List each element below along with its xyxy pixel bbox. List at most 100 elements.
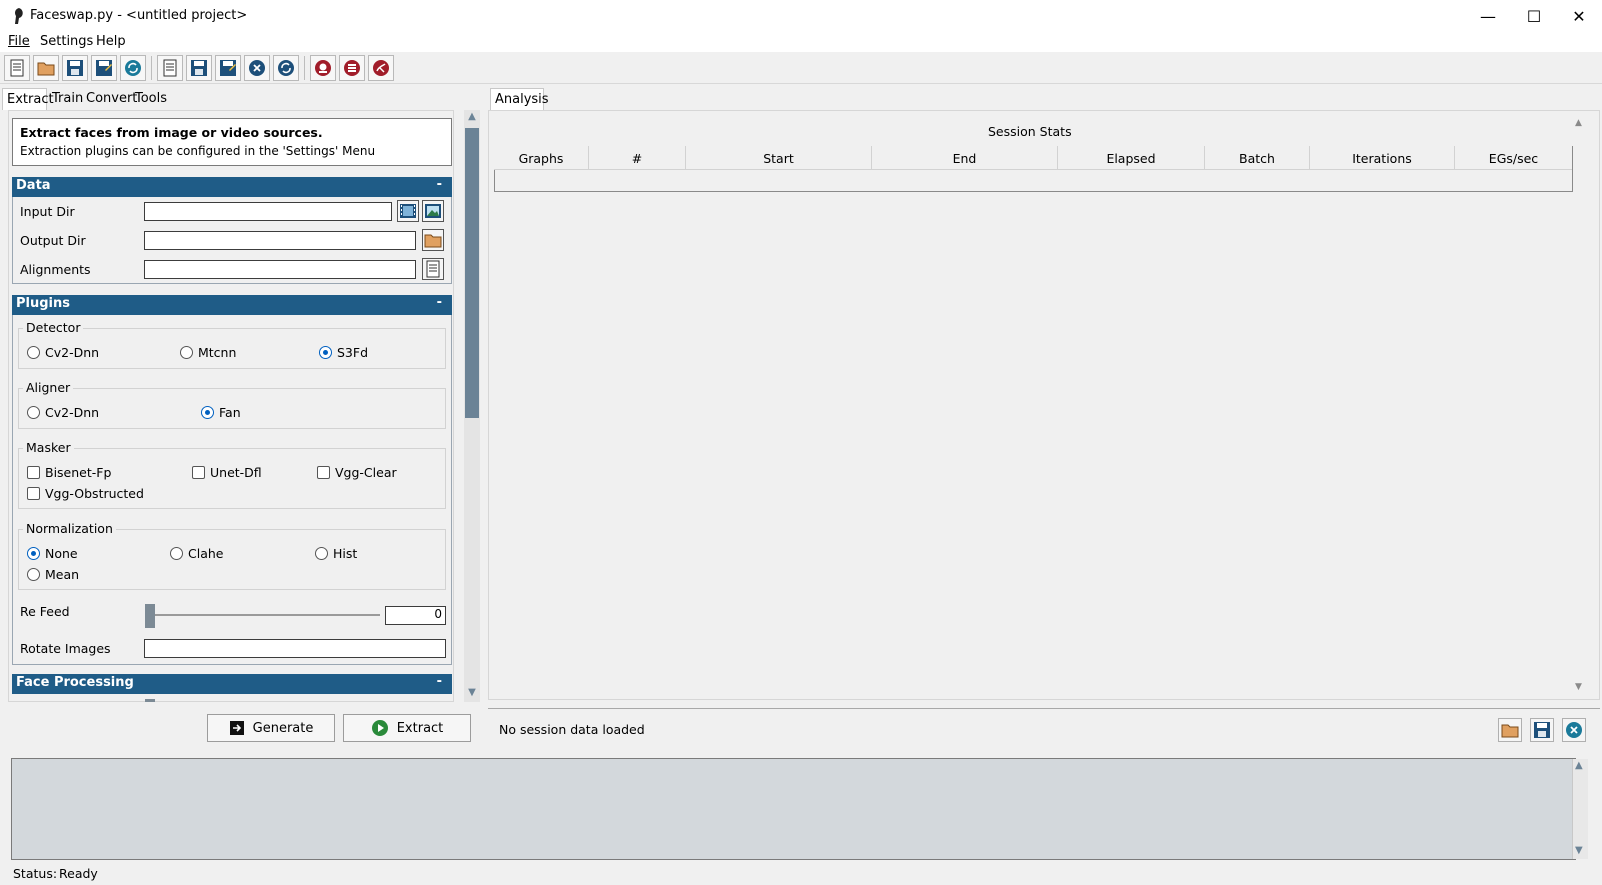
save-task-button[interactable] (186, 55, 212, 81)
masker-checkbox-vgg-clear[interactable] (317, 466, 330, 479)
re-feed-slider-thumb[interactable] (145, 604, 155, 628)
browse-alignments-button[interactable] (422, 258, 444, 280)
reload-project-icon (125, 60, 141, 76)
detector-radio-cv2-dnn[interactable] (27, 346, 40, 359)
plugins-section-header[interactable]: Plugins - (12, 295, 452, 315)
generate-label: Generate (252, 720, 314, 736)
rotate-images-label: Rotate Images (20, 641, 111, 656)
menu-help[interactable]: Help (96, 34, 126, 49)
input-dir-label: Input Dir (20, 204, 75, 219)
status-label: Status: (13, 866, 58, 881)
collapse-toggle[interactable]: - (437, 177, 442, 192)
patreon-icon (315, 60, 331, 76)
tab-analysis[interactable]: Analysis (490, 88, 549, 110)
clear-task-button[interactable] (244, 55, 270, 81)
re-feed-slider-track[interactable] (150, 614, 380, 616)
minimize-button[interactable]: — (1465, 0, 1511, 32)
masker-title: Masker (23, 440, 74, 455)
face-processing-section-header[interactable]: Face Processing - (12, 674, 452, 694)
save-as-task-button[interactable] (215, 55, 241, 81)
column-header-graphs[interactable]: Graphs (494, 146, 589, 170)
normalization-radio-none[interactable] (27, 547, 40, 560)
column-header-batch[interactable]: Batch (1205, 146, 1310, 170)
console-scrollbar[interactable] (1572, 759, 1588, 859)
scroll-down-arrow-icon[interactable]: ▼ (1575, 845, 1583, 856)
save-as-project-button[interactable] (91, 55, 117, 81)
output-dir-field[interactable] (144, 231, 416, 250)
play-icon (371, 720, 388, 736)
options-scrollbar-thumb[interactable] (465, 128, 479, 418)
tab-tools[interactable]: Tools (131, 88, 171, 110)
video-file-icon (400, 204, 416, 218)
masker-option-label: Vgg-Obstructed (45, 486, 144, 501)
masker-checkbox-unet-dfl[interactable] (192, 466, 205, 479)
section-title: Plugins (16, 296, 70, 311)
aligner-radio-cv2-dnn[interactable] (27, 406, 40, 419)
re-feed-value-field[interactable]: 0 (385, 606, 446, 625)
analysis-pane (488, 110, 1600, 700)
scroll-down-arrow-icon[interactable]: ▼ (465, 687, 479, 701)
status-value: Ready (59, 866, 98, 881)
save-project-button[interactable] (62, 55, 88, 81)
column-header-iterations[interactable]: Iterations (1310, 146, 1455, 170)
collapse-toggle[interactable]: - (437, 295, 442, 310)
browse-images-button[interactable] (422, 200, 444, 222)
column-header-elapsed[interactable]: Elapsed (1058, 146, 1205, 170)
output-dir-label: Output Dir (20, 233, 86, 248)
clear-session-button[interactable] (1562, 718, 1586, 742)
collapse-toggle[interactable]: - (437, 674, 442, 689)
browse-video-button[interactable] (397, 200, 419, 222)
normalization-radio-hist[interactable] (315, 547, 328, 560)
normalization-option-label: None (45, 546, 78, 561)
menu-settings[interactable]: Settings (40, 34, 93, 49)
aligner-radio-fan[interactable] (201, 406, 214, 419)
discord-icon (344, 60, 360, 76)
extract-button[interactable]: Extract (343, 714, 471, 742)
column-header-number[interactable]: # (589, 146, 686, 170)
scroll-up-arrow-icon[interactable]: ▲ (1575, 760, 1583, 771)
tab-extract[interactable]: Extract (2, 88, 54, 110)
toolbar-separator (304, 56, 305, 80)
browse-output-button[interactable] (422, 229, 444, 251)
open-project-icon (37, 62, 55, 76)
new-project-button[interactable] (4, 55, 30, 81)
masker-checkbox-bisenet-fp[interactable] (27, 466, 40, 479)
scroll-up-arrow-icon[interactable]: ▲ (465, 111, 479, 125)
normalization-radio-mean[interactable] (27, 568, 40, 581)
open-project-button[interactable] (33, 55, 59, 81)
generate-button[interactable]: Generate (207, 714, 335, 742)
normalization-option-label: Clahe (188, 546, 224, 561)
normalization-group (18, 529, 446, 590)
patreon-button[interactable] (310, 55, 336, 81)
data-section-header[interactable]: Data - (12, 177, 452, 197)
detector-radio-s3fd[interactable] (319, 346, 332, 359)
maximize-button[interactable]: ☐ (1511, 0, 1557, 32)
column-header-start[interactable]: Start (686, 146, 872, 170)
new-task-button[interactable] (157, 55, 183, 81)
reload-task-button[interactable] (273, 55, 299, 81)
session-status-text: No session data loaded (499, 722, 645, 737)
masker-checkbox-vgg-obstructed[interactable] (27, 487, 40, 500)
column-header-end[interactable]: End (872, 146, 1058, 170)
github-button[interactable] (368, 55, 394, 81)
detector-radio-mtcnn[interactable] (180, 346, 193, 359)
masker-option-label: Bisenet-Fp (45, 465, 112, 480)
discord-button[interactable] (339, 55, 365, 81)
console-output[interactable] (11, 758, 1576, 860)
rotate-images-field[interactable] (144, 639, 446, 658)
column-header-egs-per-sec[interactable]: EGs/sec (1455, 146, 1572, 170)
load-session-button[interactable] (1498, 718, 1522, 742)
scroll-down-arrow-icon[interactable]: ▼ (1575, 682, 1582, 692)
aligner-title: Aligner (23, 380, 74, 395)
scroll-up-arrow-icon[interactable]: ▲ (1575, 118, 1582, 128)
close-window-button[interactable]: ✕ (1556, 0, 1602, 32)
save-session-button[interactable] (1530, 718, 1554, 742)
reload-project-button[interactable] (120, 55, 146, 81)
new-project-icon (10, 59, 24, 77)
save-as-project-icon (96, 60, 112, 76)
normalization-radio-clahe[interactable] (170, 547, 183, 560)
input-dir-field[interactable] (144, 202, 392, 221)
alignments-field[interactable] (144, 260, 416, 279)
extract-label: Extract (396, 720, 444, 736)
menu-file[interactable]: File (8, 34, 30, 49)
